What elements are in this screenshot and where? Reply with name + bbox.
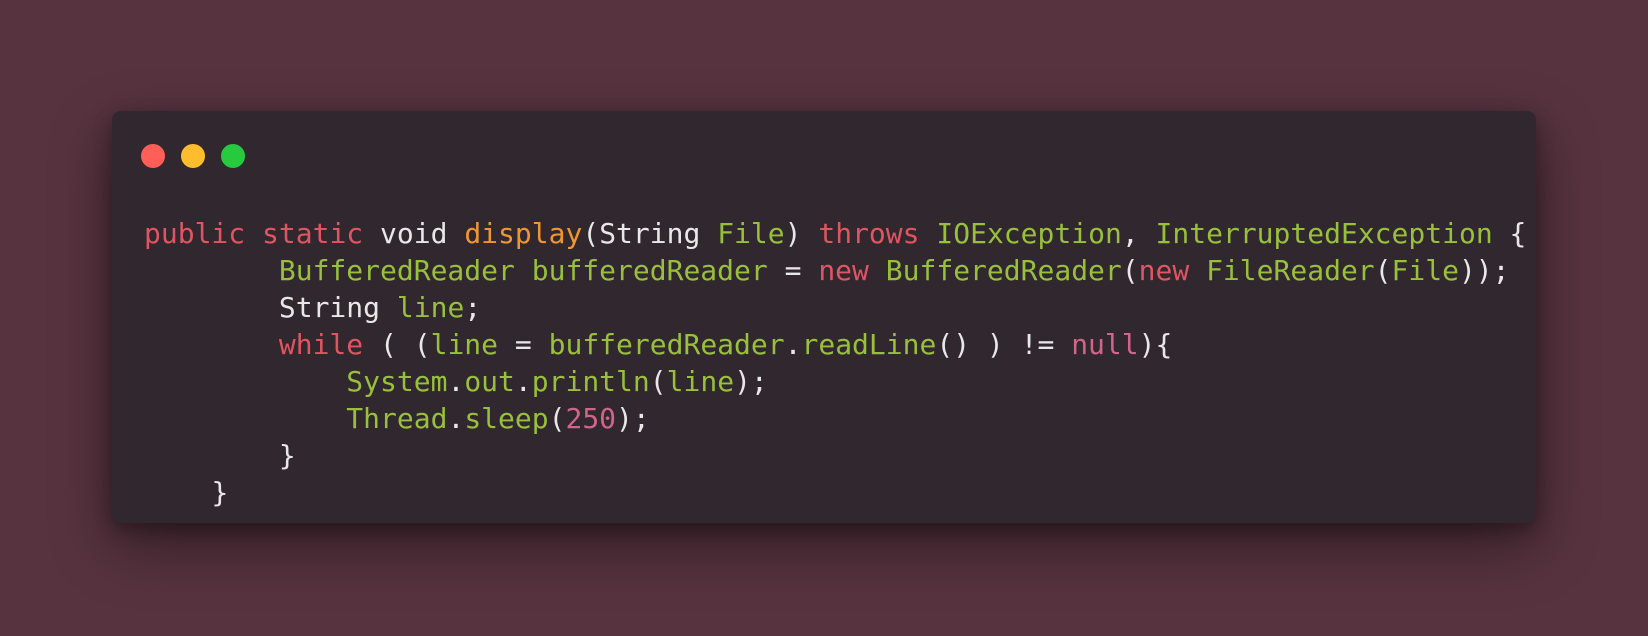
code-token-identifier: bufferedReader	[531, 254, 768, 287]
code-token-plain: ){	[1138, 328, 1173, 361]
code-line: while ( (line = bufferedReader.readLine(…	[144, 326, 1526, 363]
code-token-keyword: new	[818, 254, 869, 287]
code-token-type: Thread	[346, 402, 448, 435]
code-token-identifier: out	[464, 365, 515, 398]
code-token-plain: String	[278, 291, 397, 324]
code-token-plain: );	[734, 365, 768, 398]
code-token-function: display	[464, 217, 583, 250]
code-token-identifier: println	[531, 365, 650, 398]
code-token-plain: }	[211, 476, 229, 509]
code-token-type: BufferedReader	[278, 254, 515, 287]
code-token-plain: () ) !=	[936, 328, 1072, 361]
code-token-type: IOException	[936, 217, 1122, 250]
code-token-plain: {	[1492, 217, 1527, 250]
code-token-identifier: File	[717, 217, 785, 250]
code-token-plain: }	[278, 439, 296, 472]
code-token-identifier: sleep	[464, 402, 549, 435]
code-line: public static void display(String File) …	[144, 215, 1526, 252]
code-token-plain: (	[548, 402, 566, 435]
code-token-keyword: public	[144, 217, 246, 250]
code-token-plain: .	[514, 365, 532, 398]
code-token-type: FileReader	[1206, 254, 1375, 287]
code-token-plain: (String	[582, 217, 718, 250]
code-token-plain: ,	[1121, 217, 1156, 250]
code-line: }	[144, 437, 1526, 474]
code-token-identifier: File	[1391, 254, 1459, 287]
code-line: BufferedReader bufferedReader = new Buff…	[144, 252, 1526, 289]
code-token-identifier: line	[396, 291, 465, 324]
code-token-identifier: line	[666, 365, 735, 398]
code-token-plain: );	[616, 402, 650, 435]
code-token-identifier: bufferedReader	[548, 328, 785, 361]
code-line: String line;	[144, 289, 1526, 326]
code-token-identifier: line	[430, 328, 499, 361]
code-token-type: InterruptedException	[1155, 217, 1493, 250]
code-token-plain: ( (	[363, 328, 431, 361]
code-token-plain: ));	[1458, 254, 1510, 287]
code-token-type: System	[346, 365, 448, 398]
code-token-null: null	[1071, 328, 1139, 361]
code-token-plain: void	[363, 217, 465, 250]
code-line: }	[144, 474, 1526, 511]
close-button[interactable]	[141, 144, 165, 168]
maximize-button[interactable]	[221, 144, 245, 168]
window-titlebar	[141, 144, 245, 168]
code-token-number: 250	[565, 402, 617, 435]
code-line: System.out.println(line);	[144, 363, 1526, 400]
code-token-plain: (	[1121, 254, 1139, 287]
code-token-keyword: throws	[818, 217, 920, 250]
code-token-plain: )	[784, 217, 819, 250]
minimize-button[interactable]	[181, 144, 205, 168]
code-token-plain: .	[447, 365, 465, 398]
code-token-plain: .	[447, 402, 465, 435]
code-block[interactable]: public static void display(String File) …	[144, 215, 1526, 511]
code-token-plain: =	[767, 254, 819, 287]
code-token-plain: =	[498, 328, 549, 361]
code-token-plain: (	[649, 365, 667, 398]
code-line: Thread.sleep(250);	[144, 400, 1526, 437]
code-token-plain: ;	[464, 291, 482, 324]
code-token-type: BufferedReader	[885, 254, 1122, 287]
code-token-plain: (	[1374, 254, 1392, 287]
code-token-plain: .	[784, 328, 802, 361]
code-token-keyword: while	[278, 328, 364, 361]
code-token-keyword: new	[1138, 254, 1190, 287]
code-token-keyword: static	[262, 217, 364, 250]
code-token-identifier: readLine	[801, 328, 937, 361]
code-window: public static void display(String File) …	[112, 111, 1536, 523]
